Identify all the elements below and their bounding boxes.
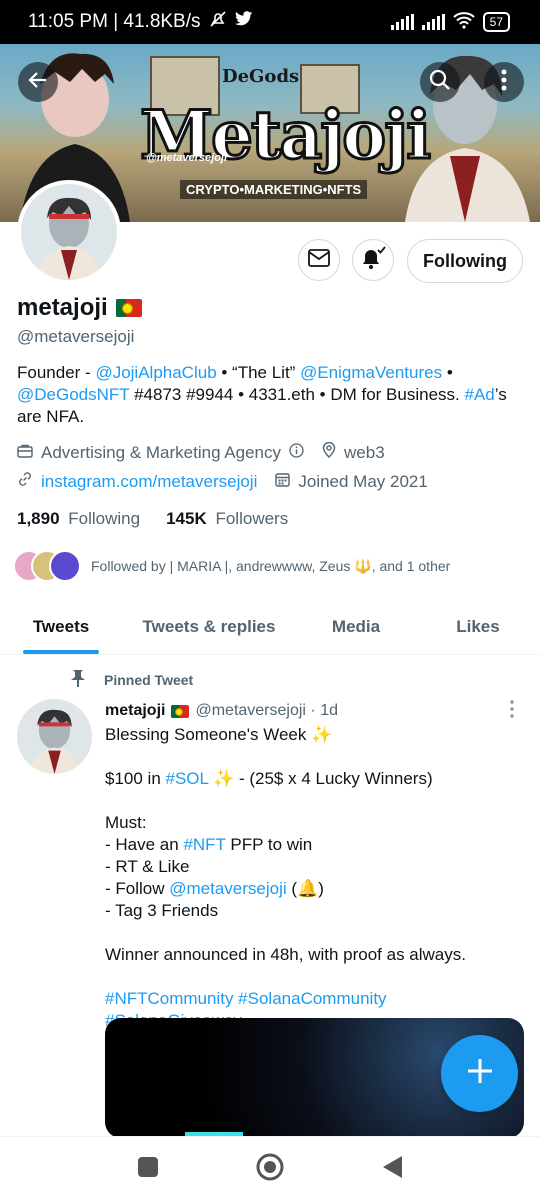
profile-name-row: metajoji	[17, 294, 142, 322]
followers-count-link[interactable]: 145K Followers	[166, 509, 288, 529]
followers-label: Followers	[215, 509, 289, 528]
pinned-text: Pinned Tweet	[104, 671, 194, 688]
bio-link-ad[interactable]: #Ad	[464, 385, 494, 404]
more-vertical-icon	[505, 700, 519, 724]
back-nav-button[interactable]	[378, 1155, 406, 1183]
tweet-author-name[interactable]: metajoji	[105, 702, 165, 720]
bio-link-degodsnft[interactable]: @DeGodsNFT	[17, 385, 129, 404]
following-count-link[interactable]: 1,890 Following	[17, 509, 140, 529]
square-icon	[137, 1156, 159, 1183]
banner-handle: @metaversejoji	[146, 152, 228, 164]
hashtag-sol[interactable]: #SOL	[166, 769, 209, 788]
search-icon	[429, 69, 451, 96]
tweet-header: metajoji @metaversejoji · 1d	[105, 702, 338, 720]
bio-link-enigmaventures[interactable]: @EnigmaVentures	[300, 363, 442, 382]
wifi-icon	[452, 11, 475, 34]
triangle-back-icon	[381, 1155, 403, 1184]
tweet-text: ✨ - (25$ x 4 Lucky Winners)	[208, 769, 433, 788]
profile-meta-row-1: Advertising & Marketing Agency web3	[17, 441, 385, 463]
search-button[interactable]	[420, 62, 460, 102]
bio-text: Founder -	[17, 363, 96, 382]
followed-by-avatars	[13, 550, 81, 582]
tweet-line: Winner announced in 48h, with proof as a…	[105, 945, 466, 964]
plus-icon	[465, 1056, 495, 1091]
following-count: 1,890	[17, 509, 60, 528]
info-icon[interactable]	[289, 442, 304, 463]
hashtag-nft[interactable]: #NFT	[183, 835, 225, 854]
followed-by-text: Followed by | MARIA |, andrewwww, Zeus 🔱…	[91, 557, 451, 574]
mail-icon	[308, 248, 330, 272]
status-time: 11:05 PM | 41.8KB/s	[28, 11, 201, 32]
calendar-icon	[275, 472, 291, 492]
mute-icon	[209, 10, 227, 34]
tab-tweets[interactable]: Tweets	[0, 598, 122, 655]
active-tab-indicator	[23, 650, 99, 654]
tweet-line: - Tag 3 Friends	[105, 901, 219, 920]
profile-meta-row-2: instagram.com/metaversejoji Joined May 2…	[17, 471, 428, 492]
message-button[interactable]	[298, 239, 340, 281]
bio-link-jojialphaclub[interactable]: @JojiAlphaClub	[95, 363, 216, 382]
home-button[interactable]	[256, 1153, 284, 1186]
bell-check-icon	[360, 245, 386, 275]
following-button[interactable]: Following	[407, 239, 523, 283]
tab-likes[interactable]: Likes	[416, 598, 540, 655]
profile-joined-date: Joined May 2021	[298, 471, 428, 491]
profile-category: Advertising & Marketing Agency	[41, 442, 282, 462]
followers-count: 145K	[166, 509, 207, 528]
portugal-flag-icon	[115, 299, 142, 317]
pin-icon	[68, 668, 88, 691]
twitter-bird-icon	[234, 11, 253, 33]
bio-text: #4873 #9944 • 4331.eth • DM for Business…	[129, 385, 465, 404]
back-arrow-icon	[26, 68, 50, 97]
tweet-text: (🔔)	[286, 879, 324, 898]
back-button[interactable]	[18, 62, 58, 102]
recents-button[interactable]	[134, 1155, 162, 1183]
signal-icon-2	[421, 14, 445, 30]
tweet-body[interactable]: Blessing Someone's Week ✨ $100 in #SOL ✨…	[105, 724, 525, 1032]
avatar	[49, 550, 81, 582]
profile-avatar[interactable]	[17, 180, 121, 284]
profile-location: web3	[344, 442, 385, 462]
tweet-avatar[interactable]	[17, 699, 92, 774]
profile-tabs: Tweets Tweets & replies Media Likes	[0, 598, 540, 655]
tweet-text: - Follow	[105, 879, 170, 898]
banner-degods-text: DeGods	[222, 66, 300, 87]
more-vertical-icon	[501, 69, 507, 96]
pinned-tweet-label: Pinned Tweet	[68, 668, 193, 691]
profile-website-link[interactable]: instagram.com/metaversejoji	[41, 472, 257, 492]
portugal-flag-icon	[171, 704, 190, 718]
tweet-line: Must:	[105, 813, 147, 832]
profile-follow-counts: 1,890 Following 145K Followers	[17, 509, 288, 529]
battery-level: 57	[489, 15, 503, 29]
tweet-line: Blessing Someone's Week ✨	[105, 725, 333, 744]
briefcase-icon	[17, 443, 33, 463]
profile-name: metajoji	[17, 294, 108, 321]
compose-tweet-button[interactable]	[441, 1035, 518, 1112]
profile-handle: @metaversejoji	[17, 327, 135, 346]
tweet-text: - Have an	[105, 835, 184, 854]
tab-media[interactable]: Media	[296, 598, 416, 655]
status-bar: 11:05 PM | 41.8KB/s 57	[0, 0, 540, 44]
bio-text: • “The Lit”	[216, 363, 301, 382]
tweet-line: - RT & Like	[105, 857, 190, 876]
bio-text: •	[442, 363, 453, 382]
followed-by-row[interactable]: Followed by | MARIA |, andrewwww, Zeus 🔱…	[13, 550, 450, 582]
mention-metaversejoji[interactable]: @metaversejoji	[169, 879, 286, 898]
location-icon	[322, 441, 336, 463]
banner-tagline: CRYPTO•MARKETING•NFTS	[180, 180, 368, 199]
tweet-text: $100 in	[105, 769, 166, 788]
tweet-text: PFP to win	[225, 835, 313, 854]
battery-icon: 57	[482, 12, 510, 32]
following-label: Following	[68, 509, 141, 528]
tab-tweets-replies[interactable]: Tweets & replies	[122, 598, 296, 655]
notifications-button[interactable]	[352, 239, 394, 281]
circle-home-icon	[256, 1153, 284, 1186]
signal-icon	[390, 14, 414, 30]
more-options-button[interactable]	[484, 62, 524, 102]
tweet-more-button[interactable]	[505, 698, 519, 720]
android-nav-bar	[0, 1136, 540, 1200]
link-icon	[17, 471, 33, 492]
profile-bio: Founder - @JojiAlphaClub • “The Lit” @En…	[17, 362, 517, 428]
tweet-handle-time: @metaversejoji · 1d	[195, 702, 338, 719]
